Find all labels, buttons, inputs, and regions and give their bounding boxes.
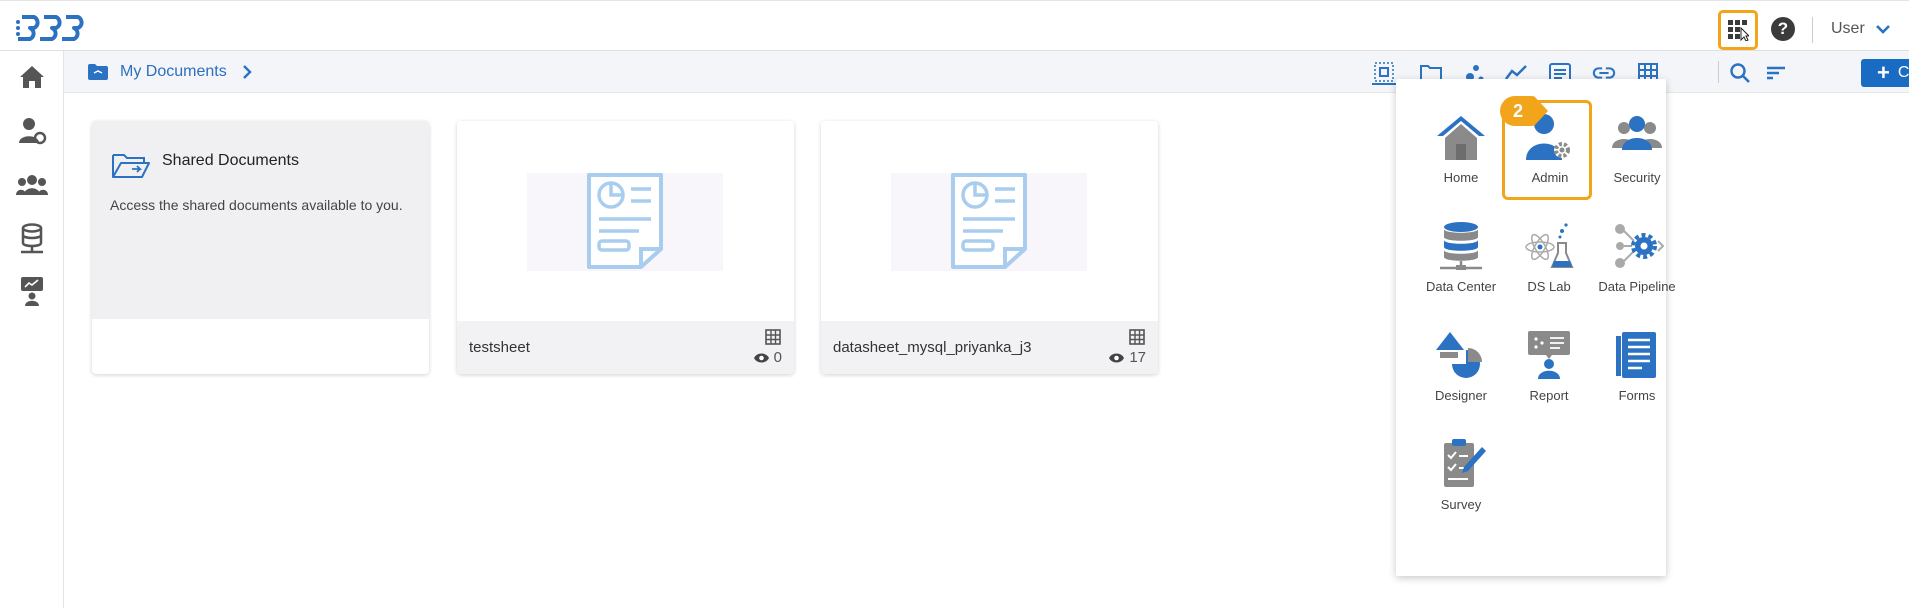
- app-label: Survey: [1440, 497, 1482, 512]
- app-report[interactable]: Report: [1504, 318, 1594, 418]
- document-card-footer: testsheet 0: [457, 321, 794, 374]
- app-label: Security: [1613, 170, 1661, 185]
- help-icon[interactable]: ?: [1771, 17, 1795, 41]
- sort-button[interactable]: [1764, 61, 1788, 85]
- view-count-value: 17: [1129, 349, 1146, 366]
- shared-documents-title: Shared Documents: [162, 152, 299, 169]
- eye-icon: [1109, 353, 1125, 362]
- app-forms[interactable]: Forms: [1592, 318, 1682, 418]
- pipeline-icon: [1615, 224, 1664, 268]
- app-label: Data Center: [1425, 279, 1497, 294]
- app-label: Data Pipeline: [1598, 279, 1676, 294]
- report-icon: [1528, 331, 1570, 379]
- plus-icon: +: [1877, 60, 1890, 85]
- document-card-datasheet-mysql[interactable]: datasheet_mysql_priyanka_j3 17: [821, 121, 1158, 374]
- document-name: testsheet: [469, 339, 530, 356]
- shared-folder-icon: [112, 154, 150, 178]
- eye-icon: [753, 353, 769, 362]
- report-icon: [21, 277, 43, 306]
- search-button[interactable]: [1728, 61, 1752, 85]
- view-count: 17: [1108, 349, 1146, 366]
- user-menu-label[interactable]: User: [1831, 20, 1865, 38]
- app-designer[interactable]: Designer: [1416, 318, 1506, 418]
- sidebar-item-report[interactable]: [16, 275, 48, 307]
- database-icon: [1440, 222, 1482, 270]
- sidebar-item-home[interactable]: [16, 61, 48, 93]
- bdb-logo[interactable]: [14, 13, 92, 43]
- app-home[interactable]: Home: [1416, 100, 1506, 200]
- filter-all-button[interactable]: [1372, 61, 1396, 85]
- sidebar-item-admin[interactable]: [16, 115, 48, 147]
- document-card-footer: datasheet_mysql_priyanka_j3 17: [821, 321, 1158, 374]
- document-placeholder-icon: [951, 173, 1027, 269]
- view-count-value: 0: [773, 349, 782, 366]
- app-data-pipeline[interactable]: Data Pipeline: [1592, 209, 1682, 309]
- view-count: 0: [753, 349, 782, 366]
- toolbar-divider: [1718, 61, 1719, 83]
- users-group-icon: [1612, 116, 1662, 150]
- sort-icon: [1767, 66, 1785, 80]
- datasheet-type-icon: [765, 329, 781, 345]
- datasheet-type-icon: [1129, 329, 1145, 345]
- app-label: DS Lab: [1527, 279, 1571, 294]
- document-card-testsheet[interactable]: testsheet 0: [457, 121, 794, 374]
- chevron-down-icon[interactable]: [1873, 20, 1893, 38]
- designer-icon: [1436, 332, 1482, 378]
- app-label: Designer: [1434, 388, 1488, 403]
- all-icon: [1374, 62, 1394, 82]
- app-data-center[interactable]: Data Center: [1416, 209, 1506, 309]
- create-button[interactable]: + Create: [1861, 59, 1909, 87]
- sidebar-item-data-center[interactable]: [16, 223, 48, 255]
- document-thumbnail: [821, 121, 1158, 321]
- left-sidebar: [0, 51, 64, 608]
- shared-card-body: Shared Documents Access the shared docum…: [92, 121, 429, 319]
- app-label: Admin: [1531, 170, 1569, 185]
- forms-icon: [1616, 332, 1656, 378]
- topbar-divider: [1812, 17, 1813, 43]
- home-icon: [1437, 116, 1485, 160]
- create-button-label: Create: [1897, 64, 1909, 81]
- shared-documents-description: Access the shared documents available to…: [110, 197, 403, 213]
- breadcrumb-my-documents[interactable]: My Documents: [120, 63, 227, 81]
- app-ds-lab[interactable]: DS Lab: [1504, 209, 1594, 309]
- sidebar-item-security[interactable]: [16, 169, 48, 201]
- step-badge: 2: [1500, 96, 1536, 126]
- app-label: Forms: [1618, 388, 1656, 403]
- apps-menu-popup: Home Admin Security Data Center DS Lab D…: [1396, 79, 1676, 576]
- search-icon: [1730, 63, 1750, 83]
- home-icon: [20, 66, 44, 88]
- folder-icon: [88, 64, 108, 80]
- app-label: Home: [1443, 170, 1479, 185]
- apps-grid-button[interactable]: [1718, 10, 1758, 50]
- app-label: Report: [1529, 388, 1569, 403]
- admin-user-icon: [19, 118, 47, 145]
- top-bar: ? User: [0, 0, 1909, 51]
- users-group-icon: [16, 175, 48, 195]
- document-name: datasheet_mysql_priyanka_j3: [833, 339, 1032, 356]
- chevron-right-icon: [243, 65, 252, 79]
- atom-flask-icon: [1525, 223, 1574, 268]
- database-icon: [21, 223, 43, 254]
- shared-documents-card[interactable]: Shared Documents Access the shared docum…: [92, 121, 429, 374]
- app-survey[interactable]: Survey: [1416, 427, 1506, 527]
- document-thumbnail: [457, 121, 794, 321]
- step-badge-pointer: [1534, 96, 1548, 126]
- document-placeholder-icon: [587, 173, 663, 269]
- app-security[interactable]: Security: [1592, 100, 1682, 200]
- apps-grid-icon: [1728, 20, 1749, 41]
- survey-icon: [1444, 439, 1486, 487]
